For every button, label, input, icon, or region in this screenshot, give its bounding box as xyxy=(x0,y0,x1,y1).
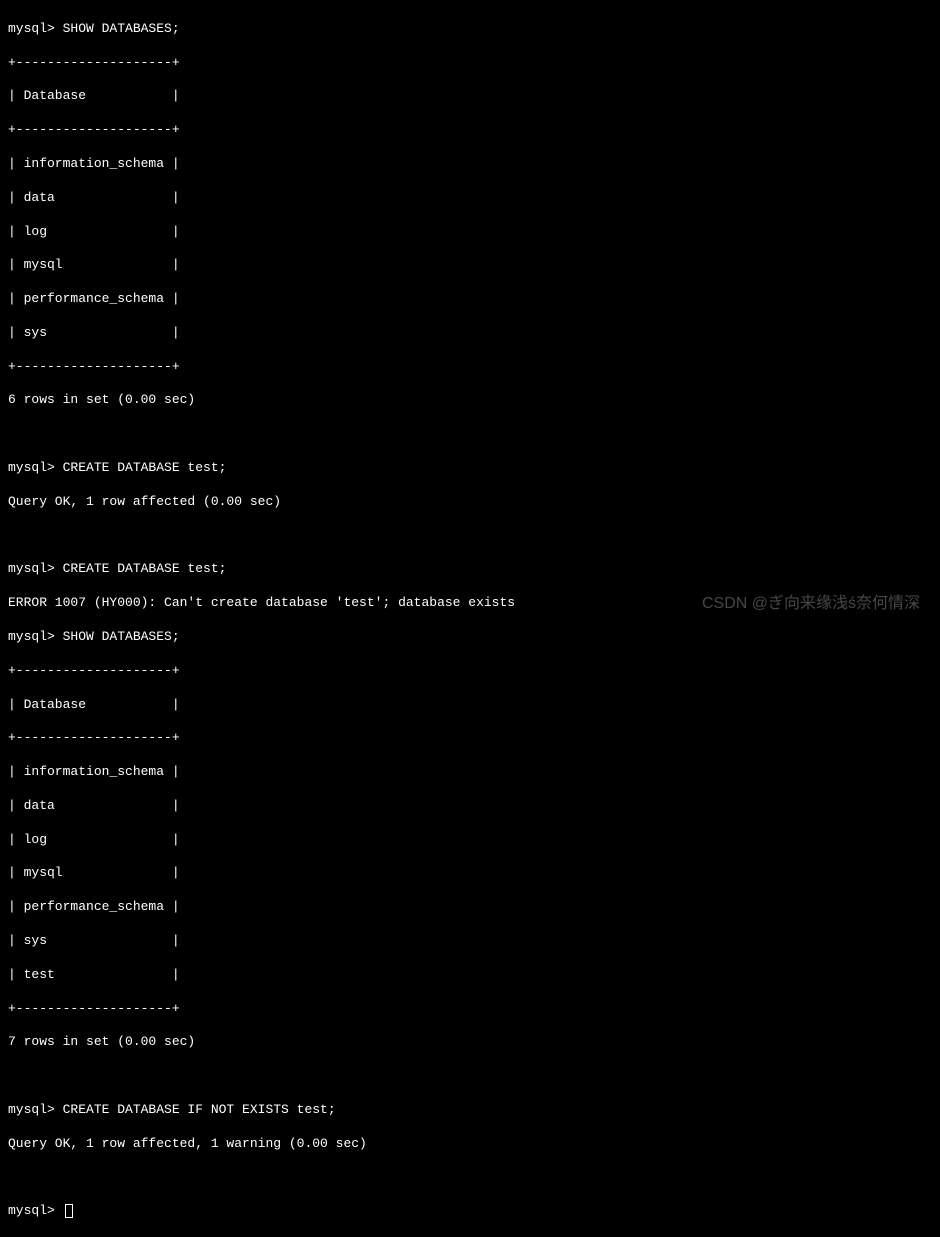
table-border: +--------------------+ xyxy=(8,730,932,747)
blank-line xyxy=(8,1068,932,1085)
table-header: | Database | xyxy=(8,697,932,714)
table-border: +--------------------+ xyxy=(8,122,932,139)
prompt: mysql> xyxy=(8,460,63,475)
table-row: | mysql | xyxy=(8,865,932,882)
table-border: +--------------------+ xyxy=(8,663,932,680)
command-line: mysql> CREATE DATABASE test; xyxy=(8,460,932,477)
blank-line xyxy=(8,528,932,545)
table-border: +--------------------+ xyxy=(8,1001,932,1018)
table-row: | performance_schema | xyxy=(8,899,932,916)
command-line: mysql> CREATE DATABASE test; xyxy=(8,561,932,578)
prompt: mysql> xyxy=(8,21,63,36)
command-line: mysql> CREATE DATABASE IF NOT EXISTS tes… xyxy=(8,1102,932,1119)
terminal-output[interactable]: mysql> SHOW DATABASES; +----------------… xyxy=(8,4,932,1237)
command-text: CREATE DATABASE test; xyxy=(63,460,227,475)
table-header: | Database | xyxy=(8,88,932,105)
table-row: | information_schema | xyxy=(8,764,932,781)
response-text: Query OK, 1 row affected (0.00 sec) xyxy=(8,494,932,511)
table-row: | mysql | xyxy=(8,257,932,274)
table-row: | information_schema | xyxy=(8,156,932,173)
blank-line xyxy=(8,426,932,443)
command-text: SHOW DATABASES; xyxy=(63,21,180,36)
prompt: mysql> xyxy=(8,629,63,644)
cursor-icon xyxy=(65,1204,73,1218)
table-row: | data | xyxy=(8,190,932,207)
result-footer: 6 rows in set (0.00 sec) xyxy=(8,392,932,409)
command-text: CREATE DATABASE IF NOT EXISTS test; xyxy=(63,1102,336,1117)
table-row: | log | xyxy=(8,832,932,849)
table-row: | test | xyxy=(8,967,932,984)
active-prompt-line[interactable]: mysql> xyxy=(8,1203,932,1220)
command-line: mysql> SHOW DATABASES; xyxy=(8,21,932,38)
error-text: ERROR 1007 (HY000): Can't create databas… xyxy=(8,595,932,612)
result-footer: 7 rows in set (0.00 sec) xyxy=(8,1034,932,1051)
table-row: | data | xyxy=(8,798,932,815)
response-text: Query OK, 1 row affected, 1 warning (0.0… xyxy=(8,1136,932,1153)
command-text: CREATE DATABASE test; xyxy=(63,561,227,576)
table-border: +--------------------+ xyxy=(8,55,932,72)
prompt: mysql> xyxy=(8,1102,63,1117)
prompt: mysql> xyxy=(8,561,63,576)
table-row: | sys | xyxy=(8,325,932,342)
table-row: | performance_schema | xyxy=(8,291,932,308)
blank-line xyxy=(8,1169,932,1186)
table-border: +--------------------+ xyxy=(8,359,932,376)
table-row: | sys | xyxy=(8,933,932,950)
table-row: | log | xyxy=(8,224,932,241)
prompt: mysql> xyxy=(8,1203,63,1218)
command-line: mysql> SHOW DATABASES; xyxy=(8,629,932,646)
command-text: SHOW DATABASES; xyxy=(63,629,180,644)
